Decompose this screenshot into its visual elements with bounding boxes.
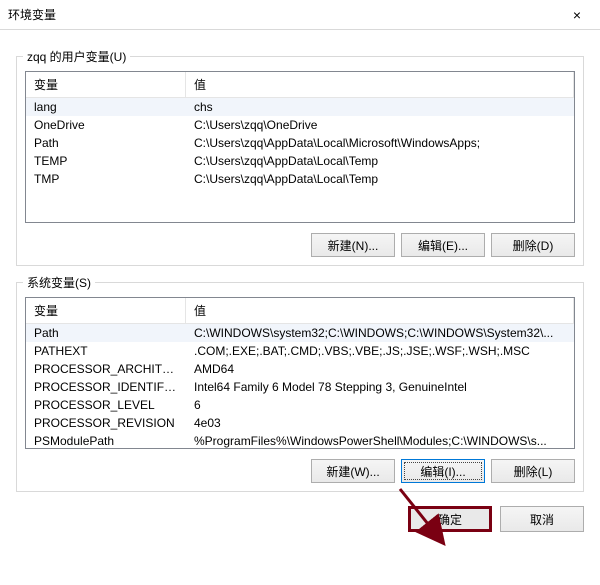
table-row[interactable]: PROCESSOR_LEVEL6 <box>26 396 574 414</box>
user-edit-button[interactable]: 编辑(E)... <box>401 233 485 257</box>
var-value: AMD64 <box>186 360 574 378</box>
user-new-button[interactable]: 新建(N)... <box>311 233 395 257</box>
var-name: TEMP <box>26 152 186 170</box>
system-edit-button[interactable]: 编辑(I)... <box>401 459 485 483</box>
var-name: Path <box>26 134 186 152</box>
var-value: C:\WINDOWS\system32;C:\WINDOWS;C:\WINDOW… <box>186 324 574 342</box>
var-name: Path <box>26 324 186 342</box>
table-row[interactable]: PROCESSOR_REVISION4e03 <box>26 414 574 432</box>
user-variables-list[interactable]: 变量 值 langchsOneDriveC:\Users\zqq\OneDriv… <box>25 71 575 223</box>
col-header-name[interactable]: 变量 <box>26 298 186 323</box>
var-value: .COM;.EXE;.BAT;.CMD;.VBS;.VBE;.JS;.JSE;.… <box>186 342 574 360</box>
user-group-label: zqq 的用户变量(U) <box>23 48 130 65</box>
system-group-label: 系统变量(S) <box>23 274 95 291</box>
var-name: PROCESSOR_LEVEL <box>26 396 186 414</box>
var-value: chs <box>186 98 574 116</box>
user-buttons-row: 新建(N)... 编辑(E)... 删除(D) <box>25 233 575 257</box>
var-value: Intel64 Family 6 Model 78 Stepping 3, Ge… <box>186 378 574 396</box>
col-header-name[interactable]: 变量 <box>26 72 186 97</box>
table-row[interactable]: PATHEXT.COM;.EXE;.BAT;.CMD;.VBS;.VBE;.JS… <box>26 342 574 360</box>
table-row[interactable]: TMPC:\Users\zqq\AppData\Local\Temp <box>26 170 574 188</box>
system-variables-group: 系统变量(S) 变量 值 PathC:\WINDOWS\system32;C:\… <box>16 282 584 492</box>
var-value: C:\Users\zqq\OneDrive <box>186 116 574 134</box>
system-new-button[interactable]: 新建(W)... <box>311 459 395 483</box>
var-value: C:\Users\zqq\AppData\Local\Temp <box>186 152 574 170</box>
close-button[interactable]: × <box>554 0 600 30</box>
table-row[interactable]: TEMPC:\Users\zqq\AppData\Local\Temp <box>26 152 574 170</box>
var-value: 6 <box>186 396 574 414</box>
user-delete-button[interactable]: 删除(D) <box>491 233 575 257</box>
table-row[interactable]: PathC:\Users\zqq\AppData\Local\Microsoft… <box>26 134 574 152</box>
var-name: OneDrive <box>26 116 186 134</box>
var-name: TMP <box>26 170 186 188</box>
table-row[interactable]: PathC:\WINDOWS\system32;C:\WINDOWS;C:\WI… <box>26 324 574 342</box>
table-row[interactable]: langchs <box>26 98 574 116</box>
var-name: PROCESSOR_ARCHITECTURE <box>26 360 186 378</box>
var-name: PROCESSOR_IDENTIFIER <box>26 378 186 396</box>
table-row[interactable]: OneDriveC:\Users\zqq\OneDrive <box>26 116 574 134</box>
var-value: 4e03 <box>186 414 574 432</box>
var-value: C:\Users\zqq\AppData\Local\Microsoft\Win… <box>186 134 574 152</box>
var-name: PSModulePath <box>26 432 186 449</box>
system-variables-list[interactable]: 变量 值 PathC:\WINDOWS\system32;C:\WINDOWS;… <box>25 297 575 449</box>
var-name: PROCESSOR_REVISION <box>26 414 186 432</box>
col-header-value[interactable]: 值 <box>186 298 574 323</box>
var-value: C:\Users\zqq\AppData\Local\Temp <box>186 170 574 188</box>
dialog-buttons: 确定 取消 <box>0 492 600 546</box>
ok-button[interactable]: 确定 <box>408 506 492 532</box>
close-icon: × <box>573 7 581 23</box>
system-delete-button[interactable]: 删除(L) <box>491 459 575 483</box>
col-header-value[interactable]: 值 <box>186 72 574 97</box>
user-variables-group: zqq 的用户变量(U) 变量 值 langchsOneDriveC:\User… <box>16 56 584 266</box>
cancel-button[interactable]: 取消 <box>500 506 584 532</box>
table-row[interactable]: PROCESSOR_ARCHITECTUREAMD64 <box>26 360 574 378</box>
var-name: lang <box>26 98 186 116</box>
list-header: 变量 值 <box>26 72 574 98</box>
table-row[interactable]: PROCESSOR_IDENTIFIERIntel64 Family 6 Mod… <box>26 378 574 396</box>
list-header: 变量 值 <box>26 298 574 324</box>
var-value: %ProgramFiles%\WindowsPowerShell\Modules… <box>186 432 574 449</box>
var-name: PATHEXT <box>26 342 186 360</box>
titlebar: 环境变量 × <box>0 0 600 30</box>
table-row[interactable]: PSModulePath%ProgramFiles%\WindowsPowerS… <box>26 432 574 449</box>
system-buttons-row: 新建(W)... 编辑(I)... 删除(L) <box>25 459 575 483</box>
window-title: 环境变量 <box>8 6 56 23</box>
